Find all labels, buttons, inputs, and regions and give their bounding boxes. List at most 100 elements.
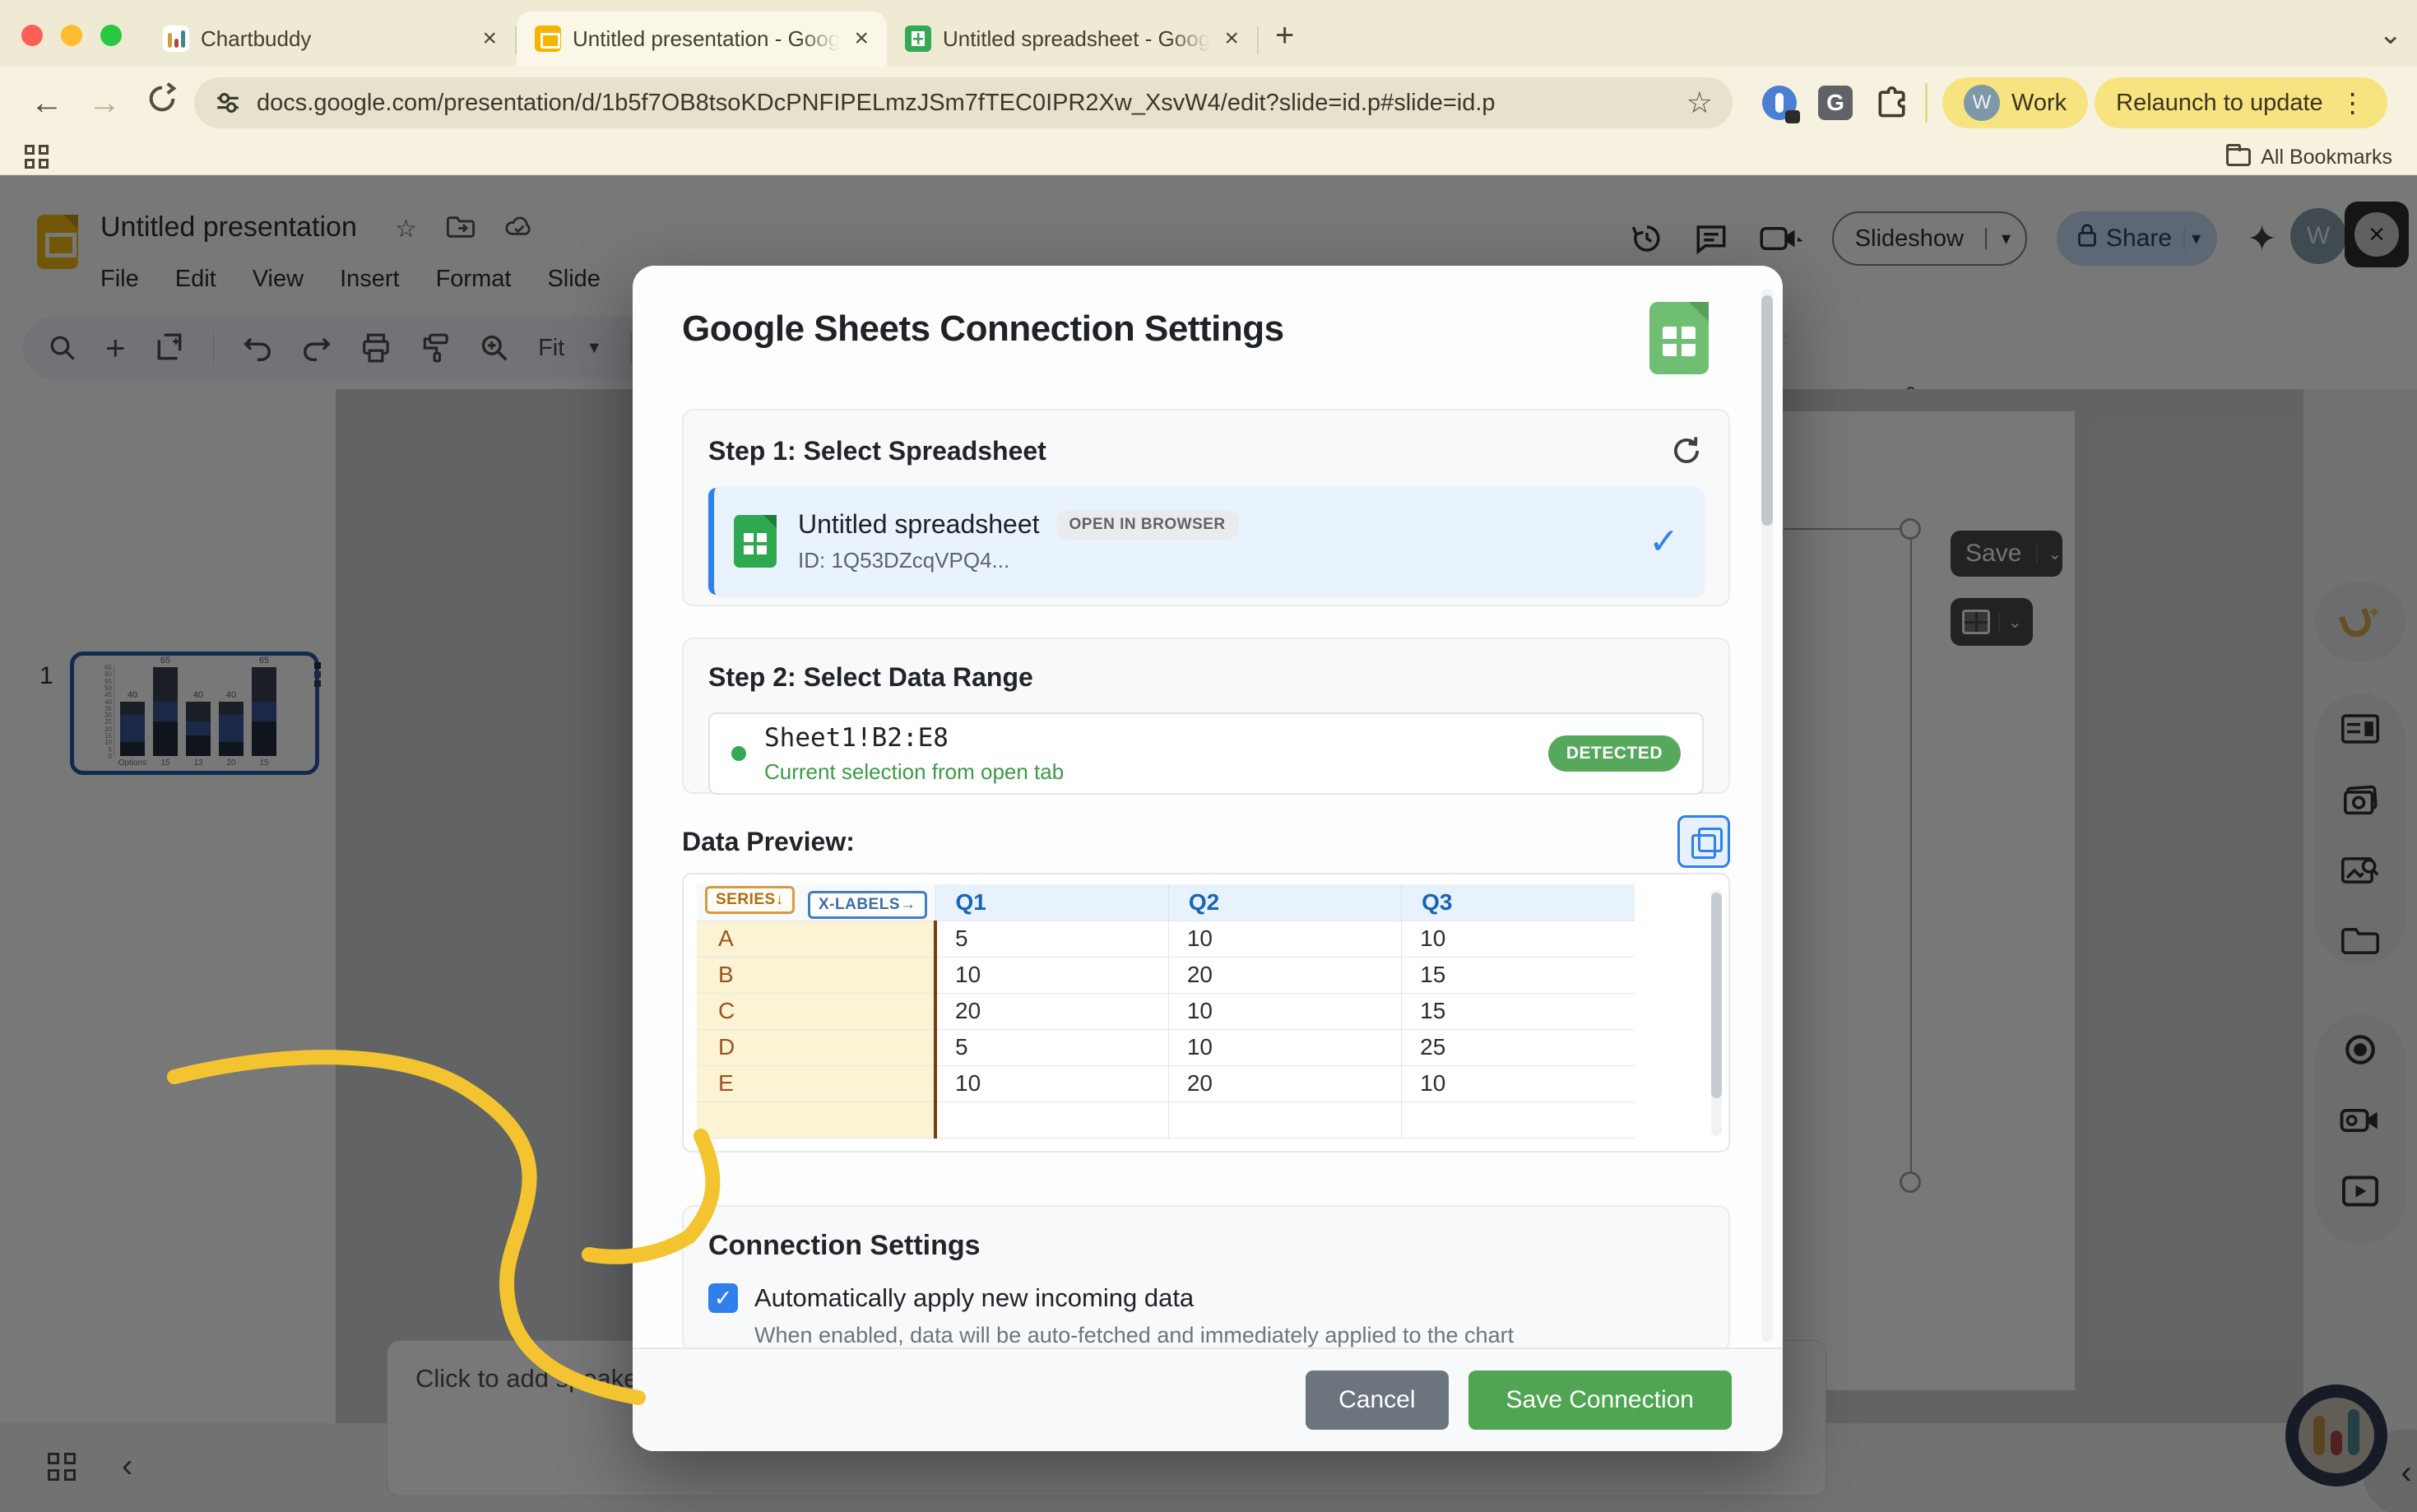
forward-button[interactable]: →	[79, 85, 130, 122]
tab-title: Untitled presentation - Goog	[573, 26, 839, 52]
cell-value: 15	[1402, 957, 1635, 993]
tab-title: Untitled spreadsheet - Goog	[943, 26, 1209, 52]
table-row: A51010	[697, 921, 1635, 957]
row-label: C	[697, 993, 935, 1029]
range-value: Sheet1!B2:E8	[764, 723, 1548, 753]
cell-value: 20	[935, 993, 1168, 1029]
spreadsheet-item[interactable]: Untitled spreadsheet OPEN IN BROWSER ID:…	[708, 488, 1704, 595]
reload-button[interactable]	[137, 82, 188, 123]
save-connection-button[interactable]: Save Connection	[1468, 1371, 1733, 1430]
tab-search-chevron-icon[interactable]: ⌄	[2379, 18, 2403, 51]
site-settings-icon[interactable]	[214, 89, 242, 117]
browser-tab-strip: Chartbuddy × Untitled presentation - Goo…	[0, 0, 2417, 66]
apps-grid-icon[interactable]	[25, 145, 49, 169]
maximize-window-button[interactable]	[100, 25, 122, 46]
spreadsheet-id: ID: 1Q53DZcqVPQ4...	[798, 548, 1649, 573]
tab-presentation[interactable]: Untitled presentation - Goog ×	[517, 12, 887, 66]
cell-value: 10	[1168, 993, 1401, 1029]
cancel-button[interactable]: Cancel	[1306, 1371, 1448, 1430]
table-row: B102015	[697, 957, 1635, 993]
google-sheets-icon	[905, 26, 931, 52]
google-sheets-icon	[1649, 302, 1709, 374]
all-bookmarks-label: All Bookmarks	[2261, 146, 2392, 169]
connection-settings-heading: Connection Settings	[708, 1230, 1704, 1262]
close-icon[interactable]: ×	[851, 25, 872, 53]
toolbar-divider	[1925, 83, 1928, 123]
spreadsheet-name: Untitled spreadsheet	[798, 509, 1040, 540]
checkbox-description: When enabled, data will be auto-fetched …	[754, 1323, 1704, 1348]
close-icon[interactable]: ×	[479, 25, 500, 53]
folder-icon	[2226, 148, 2251, 166]
modal-scrollbar[interactable]	[1761, 289, 1773, 1342]
address-bar[interactable]: docs.google.com/presentation/d/1b5f7OB8t…	[194, 77, 1733, 128]
row-label: D	[697, 1029, 935, 1065]
cell-value: 5	[935, 1029, 1168, 1065]
window-controls	[0, 25, 145, 66]
new-tab-button[interactable]: +	[1259, 17, 1311, 66]
page-content: Untitled presentation ☆ FileEditViewInse…	[0, 175, 2417, 1512]
g-extension-icon[interactable]: G	[1818, 86, 1853, 120]
row-label: B	[697, 957, 935, 993]
table-scrollbar[interactable]	[1711, 889, 1722, 1136]
sheets-connection-dialog: Google Sheets Connection Settings Step 1…	[633, 266, 1783, 1451]
range-note: Current selection from open tab	[764, 759, 1548, 785]
browser-menu-icon[interactable]: ⋮	[2340, 87, 2366, 118]
cell-value: 10	[1402, 1065, 1635, 1102]
row-label: A	[697, 921, 935, 957]
tab-chartbuddy[interactable]: Chartbuddy ×	[145, 12, 515, 66]
cell-value: 10	[1402, 921, 1635, 957]
screen: Chartbuddy × Untitled presentation - Goo…	[0, 0, 2417, 1512]
cell-value: 10	[935, 957, 1168, 993]
column-header: Q2	[1168, 884, 1401, 921]
relaunch-button[interactable]: Relaunch to update ⋮	[2095, 77, 2387, 128]
bookmarks-bar: All Bookmarks	[0, 140, 2417, 175]
avatar: W	[1964, 85, 2000, 121]
selected-check-icon: ✓	[1649, 521, 1679, 563]
data-preview-table-container: X-LABELS→ SERIES↓ Q1Q2Q3 A51010B102015C2…	[682, 873, 1730, 1153]
column-header: Q3	[1402, 884, 1635, 921]
cell-value: 10	[935, 1065, 1168, 1102]
checkbox-label: Automatically apply new incoming data	[754, 1283, 1194, 1313]
open-in-browser-badge[interactable]: OPEN IN BROWSER	[1056, 510, 1239, 540]
close-icon[interactable]: ×	[1221, 25, 1242, 53]
url-text[interactable]: docs.google.com/presentation/d/1b5f7OB8t…	[257, 90, 1672, 117]
step1-section: Step 1: Select Spreadsheet Untitled spre…	[682, 409, 1730, 606]
auto-apply-checkbox[interactable]: ✓	[708, 1283, 738, 1313]
series-badge: SERIES↓	[705, 886, 795, 914]
refresh-icon[interactable]	[1669, 434, 1704, 468]
row-label: E	[697, 1065, 935, 1102]
data-preview-table: X-LABELS→ SERIES↓ Q1Q2Q3 A51010B102015C2…	[697, 884, 1635, 1139]
bookmark-star-icon[interactable]: ☆	[1686, 86, 1713, 120]
connection-settings-section: Connection Settings ✓ Automatically appl…	[682, 1205, 1730, 1352]
column-header: Q1	[935, 884, 1168, 921]
scrollbar-thumb	[1711, 893, 1722, 1098]
all-bookmarks-button[interactable]: All Bookmarks	[2226, 146, 2392, 169]
table-row: D51025	[697, 1029, 1635, 1065]
back-button[interactable]: ←	[21, 85, 72, 122]
profile-chip[interactable]: W Work	[1942, 77, 2088, 128]
relaunch-label: Relaunch to update	[2116, 90, 2323, 117]
minimize-window-button[interactable]	[61, 25, 82, 46]
data-range-item[interactable]: Sheet1!B2:E8 Current selection from open…	[708, 712, 1704, 795]
tab-spreadsheet[interactable]: Untitled spreadsheet - Goog ×	[887, 12, 1257, 66]
cell-value: 20	[1168, 957, 1401, 993]
google-sheets-icon	[734, 515, 777, 568]
dialog-title: Google Sheets Connection Settings	[682, 302, 1284, 350]
password-manager-icon[interactable]	[1762, 86, 1797, 120]
chartbuddy-icon	[163, 26, 189, 52]
x-labels-badge: X-LABELS→	[808, 891, 927, 919]
step1-heading: Step 1: Select Spreadsheet	[708, 436, 1046, 466]
open-preview-button copy-table-icon[interactable]	[1677, 815, 1730, 868]
table-row: C201015	[697, 993, 1635, 1029]
cell-value: 25	[1402, 1029, 1635, 1065]
extension-icons: G	[1762, 85, 1910, 121]
step2-heading: Step 2: Select Data Range	[708, 662, 1033, 693]
extensions-puzzle-icon[interactable]	[1874, 85, 1910, 121]
dialog-footer: Cancel Save Connection	[633, 1347, 1783, 1451]
close-window-button[interactable]	[21, 25, 43, 46]
cell-value: 20	[1168, 1065, 1401, 1102]
cell-value: 15	[1402, 993, 1635, 1029]
reload-icon	[146, 82, 179, 115]
scrollbar-thumb	[1761, 295, 1773, 526]
status-dot	[731, 746, 746, 761]
